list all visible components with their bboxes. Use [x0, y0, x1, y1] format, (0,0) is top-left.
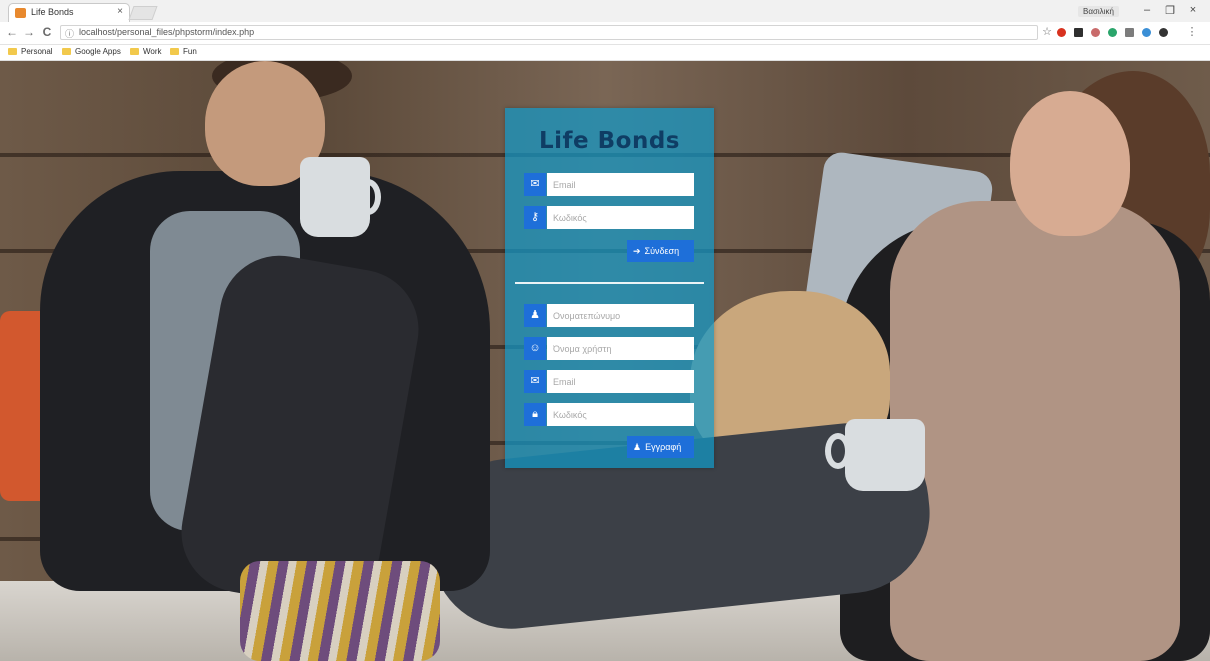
extension-icon[interactable]: [1142, 28, 1151, 37]
address-bar[interactable]: ⓘ localhost/personal_files/phpstorm/inde…: [60, 25, 1038, 40]
register-username-row: ☺: [524, 337, 694, 360]
register-button-label: Εγγραφή: [645, 442, 682, 452]
login-button[interactable]: ➔ Σύνδεση: [627, 240, 694, 262]
forward-icon[interactable]: →: [22, 25, 36, 39]
browser-toolbar: ← → C ⓘ localhost/personal_files/phpstor…: [0, 22, 1210, 45]
minimize-icon[interactable]: –: [1140, 4, 1154, 16]
user-icon: ♟: [524, 304, 546, 327]
profile-name[interactable]: Βασιλική: [1078, 6, 1119, 17]
register-fullname-row: ♟: [524, 304, 694, 327]
folder-icon: [8, 48, 17, 55]
sign-in-icon: ➔: [633, 245, 641, 256]
bookmark-folder[interactable]: Work: [130, 47, 162, 56]
tab-title: Life Bonds: [31, 7, 74, 17]
extension-icon[interactable]: [1125, 28, 1134, 37]
auth-card: Life Bonds ✉ ⚷ ➔ Σύνδεση ♟ ☺ ✉ 🔒︎: [505, 108, 714, 468]
browser-tab[interactable]: Life Bonds ×: [8, 3, 130, 22]
new-tab-button[interactable]: [128, 6, 158, 20]
browser-tab-strip: Life Bonds × Βασιλική – ❐ ×: [0, 0, 1210, 23]
register-email-row: ✉: [524, 370, 694, 393]
user-plus-icon: ♟: [633, 441, 642, 452]
extension-icon[interactable]: [1159, 28, 1168, 37]
folder-icon: [62, 48, 71, 55]
maximize-icon[interactable]: ❐: [1163, 4, 1177, 17]
login-email-input[interactable]: [547, 173, 694, 196]
url-text[interactable]: localhost/personal_files/phpstorm/index.…: [79, 27, 254, 37]
envelope-icon: ✉: [524, 173, 546, 196]
extension-icon[interactable]: [1108, 28, 1117, 37]
folder-icon: [170, 48, 179, 55]
register-button[interactable]: ♟ Εγγραφή: [627, 436, 694, 458]
register-username-input[interactable]: [547, 337, 694, 360]
user-circle-icon: ☺: [524, 337, 546, 360]
login-button-label: Σύνδεση: [644, 246, 680, 256]
register-password-input[interactable]: [547, 403, 694, 426]
register-fullname-input[interactable]: [547, 304, 694, 327]
login-email-row: ✉: [524, 173, 694, 196]
menu-icon[interactable]: ⋮: [1185, 25, 1199, 38]
login-password-input[interactable]: [547, 206, 694, 229]
form-divider: [515, 282, 704, 284]
key-icon: ⚷: [524, 206, 546, 229]
bookmark-folder[interactable]: Personal: [8, 47, 53, 56]
bookmark-folder[interactable]: Google Apps: [62, 47, 121, 56]
hero-background: Life Bonds ✉ ⚷ ➔ Σύνδεση ♟ ☺ ✉ 🔒︎: [0, 61, 1210, 661]
extension-icon[interactable]: [1074, 28, 1083, 37]
reload-icon[interactable]: C: [40, 25, 54, 39]
extension-icon[interactable]: [1091, 28, 1100, 37]
bookmark-folder[interactable]: Fun: [170, 47, 197, 56]
brand-title: Life Bonds: [538, 128, 680, 154]
site-info-icon[interactable]: ⓘ: [65, 27, 74, 40]
login-password-row: ⚷: [524, 206, 694, 229]
register-email-input[interactable]: [547, 370, 694, 393]
folder-icon: [130, 48, 139, 55]
close-window-icon[interactable]: ×: [1186, 4, 1200, 16]
tab-close-icon[interactable]: ×: [117, 6, 123, 17]
lock-icon: 🔒︎: [524, 403, 546, 426]
back-icon[interactable]: ←: [5, 25, 19, 39]
bookmarks-bar: Personal Google Apps Work Fun: [0, 45, 1210, 61]
envelope-icon: ✉: [524, 370, 546, 393]
bookmark-star-icon[interactable]: ☆: [1040, 25, 1054, 38]
favicon-icon: [15, 8, 26, 18]
register-password-row: 🔒︎: [524, 403, 694, 426]
opera-extension-icon[interactable]: [1057, 28, 1066, 37]
